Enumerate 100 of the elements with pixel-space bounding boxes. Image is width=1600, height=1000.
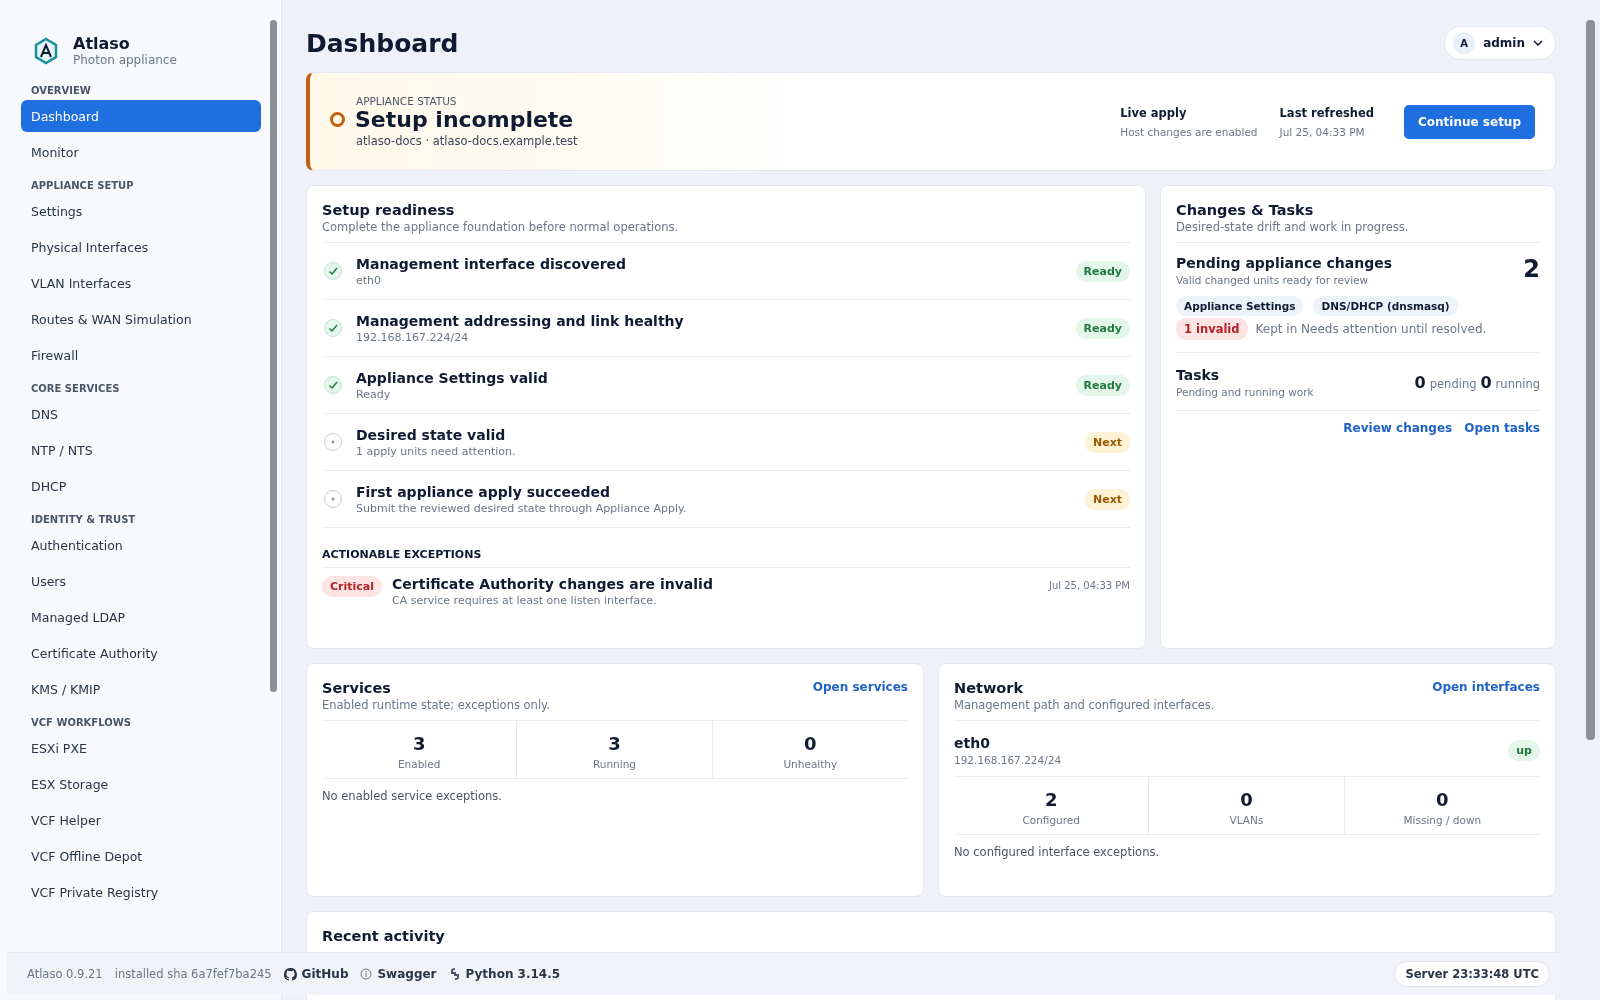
status-host: atlaso-docs · atlaso-docs.example.test [356, 134, 578, 148]
stat-label: Running [591, 758, 637, 770]
card-note: No configured interface exceptions. [954, 845, 1161, 859]
user-menu[interactable]: A admin [1444, 26, 1556, 60]
pending-subtitle: Valid changed units ready for review [1176, 274, 1370, 286]
sidebar-item[interactable]: DHCP [21, 470, 261, 502]
brand-name: Atlaso [73, 34, 131, 53]
sidebar-item[interactable]: VCF Private Registry [21, 876, 261, 908]
sidebar-item[interactable]: Routes & WAN Simulation [21, 303, 261, 335]
interface-address: 192.168.167.224/24 [954, 754, 1062, 766]
step-detail: Submit the reviewed desired state through Appliance Apply. [356, 501, 687, 515]
running-tasks-count: 0 [1480, 373, 1492, 392]
exception-time: Jul 25, 04:33 PM [1049, 580, 1130, 593]
card-title: Services [322, 680, 392, 696]
stat-value: 0 [803, 733, 818, 754]
card-subtitle: Enabled runtime state; exceptions only. [322, 698, 550, 714]
fact-label: Live apply [1120, 105, 1188, 120]
status-badge: Ready [1075, 374, 1130, 396]
section-heading: ACTIONABLE EXCEPTIONS [322, 548, 1130, 568]
count-label: pending [1429, 377, 1477, 391]
fact-value: Jul 25, 04:33 PM [1279, 125, 1366, 138]
sidebar-item[interactable]: NTP / NTS [21, 434, 261, 466]
interface-name: eth0 [954, 735, 991, 751]
brand-subtitle: Photon appliance [73, 53, 177, 67]
step-title: Appliance Settings valid [356, 369, 548, 386]
sidebar-section-title: CORE SERVICES [30, 383, 121, 394]
stat-value: 3 [411, 733, 427, 754]
sidebar-item[interactable]: Firewall [21, 339, 261, 371]
sidebar-section-title: VCF WORKFLOWS [30, 717, 132, 728]
sidebar-item[interactable]: Settings [21, 195, 261, 227]
sidebar-item[interactable]: Physical Interfaces [21, 231, 261, 263]
sidebar-item[interactable]: VLAN Interfaces [21, 267, 261, 299]
step-detail: 1 apply units need attention. [356, 444, 516, 458]
card-subtitle: Management path and configured interfaces. [954, 698, 1215, 714]
footer-link[interactable]: Python 3.14.5 [465, 967, 561, 981]
card-title: Changes & Tasks [1176, 202, 1315, 218]
sidebar-section-title: IDENTITY & TRUST [30, 514, 137, 525]
step-detail: Ready [356, 387, 392, 401]
fact-value: Host changes are enabled [1120, 125, 1258, 138]
continue-setup-button[interactable]: Continue setup [1404, 104, 1535, 139]
sidebar-item[interactable]: Monitor [21, 136, 261, 168]
pending-tasks-count: 0 [1414, 373, 1426, 392]
unit-tag: DNS/DHCP (dnsmasq) [1313, 296, 1458, 316]
hexagon-logo-icon [33, 36, 59, 65]
card-link[interactable]: Open services [812, 680, 908, 694]
info-icon [360, 968, 373, 980]
sha-text: installed sha 6a7fef7ba245 [114, 967, 272, 981]
count-label: running [1495, 377, 1540, 391]
step-detail: 192.168.167.224/24 [356, 330, 470, 344]
stat-value: 3 [607, 733, 622, 754]
sidebar-item[interactable]: ESX Storage [21, 768, 261, 800]
sidebar-item[interactable]: KMS / KMIP [21, 673, 261, 705]
sidebar-item[interactable]: Authentication [21, 529, 261, 561]
sidebar-section-title: APPLIANCE SETUP [30, 180, 135, 191]
sidebar-section-title: OVERVIEW [30, 85, 92, 96]
pending-title: Pending appliance changes [1176, 255, 1393, 271]
invalid-badge: 1 invalid [1176, 318, 1248, 340]
user-name: admin [1483, 36, 1525, 50]
card-title: Network [954, 680, 1025, 696]
stat-value: 0 [1435, 789, 1450, 810]
stat-label: Unhealthy [782, 758, 839, 770]
card-subtitle: Complete the appliance foundation before normal operations. [322, 220, 1130, 243]
stat-value: 0 [1239, 789, 1254, 810]
card-note: No enabled service exceptions. [322, 789, 503, 803]
card-link[interactable]: Open tasks [1464, 421, 1540, 435]
sidebar-item[interactable]: VCF Helper [21, 804, 261, 836]
sidebar-item[interactable]: ESXi PXE [21, 732, 261, 764]
footer-link[interactable]: Swagger [377, 967, 437, 981]
unit-tag: Appliance Settings [1176, 296, 1304, 316]
severity-badge: Critical [322, 576, 382, 597]
stat-label: Enabled [396, 758, 442, 770]
chevron-down-icon [1533, 40, 1543, 46]
sidebar-item[interactable]: Dashboard [21, 100, 261, 132]
step-detail: eth0 [356, 273, 383, 287]
page-title: Dashboard [306, 28, 459, 58]
link-state-badge: up [1508, 740, 1540, 761]
footer-link[interactable]: GitHub [301, 967, 349, 981]
step-title: Desired state valid [356, 426, 507, 443]
step-title: First appliance apply succeeded [356, 483, 612, 500]
step-title: Management interface discovered [356, 255, 627, 272]
stat-label: VLANs [1228, 814, 1265, 826]
status-badge: Ready [1075, 317, 1130, 339]
github-icon [283, 967, 297, 981]
card-subtitle: Desired-state drift and work in progress. [1176, 220, 1540, 243]
card-link[interactable]: Review changes [1343, 421, 1453, 435]
sidebar-item[interactable]: Certificate Authority [21, 637, 261, 669]
status-title: Setup incomplete [355, 107, 574, 132]
step-title: Management addressing and link healthy [356, 312, 684, 329]
exception-detail: CA service requires at least one listen interface. [392, 594, 658, 607]
scrollbar-thumb[interactable] [270, 20, 277, 692]
stat-label: Missing / down [1402, 814, 1483, 826]
stat-value: 2 [1043, 789, 1059, 810]
sidebar-item[interactable]: DNS [21, 398, 261, 430]
card-title: Setup readiness [322, 202, 456, 218]
sidebar-item[interactable]: Users [21, 565, 261, 597]
sidebar-item[interactable]: Managed LDAP [21, 601, 261, 633]
exception-title: Certificate Authority changes are invalid [392, 576, 713, 592]
sidebar-item[interactable]: VCF Offline Depot [21, 840, 261, 872]
scrollbar-thumb[interactable] [1586, 20, 1595, 740]
card-link[interactable]: Open interfaces [1432, 680, 1540, 694]
